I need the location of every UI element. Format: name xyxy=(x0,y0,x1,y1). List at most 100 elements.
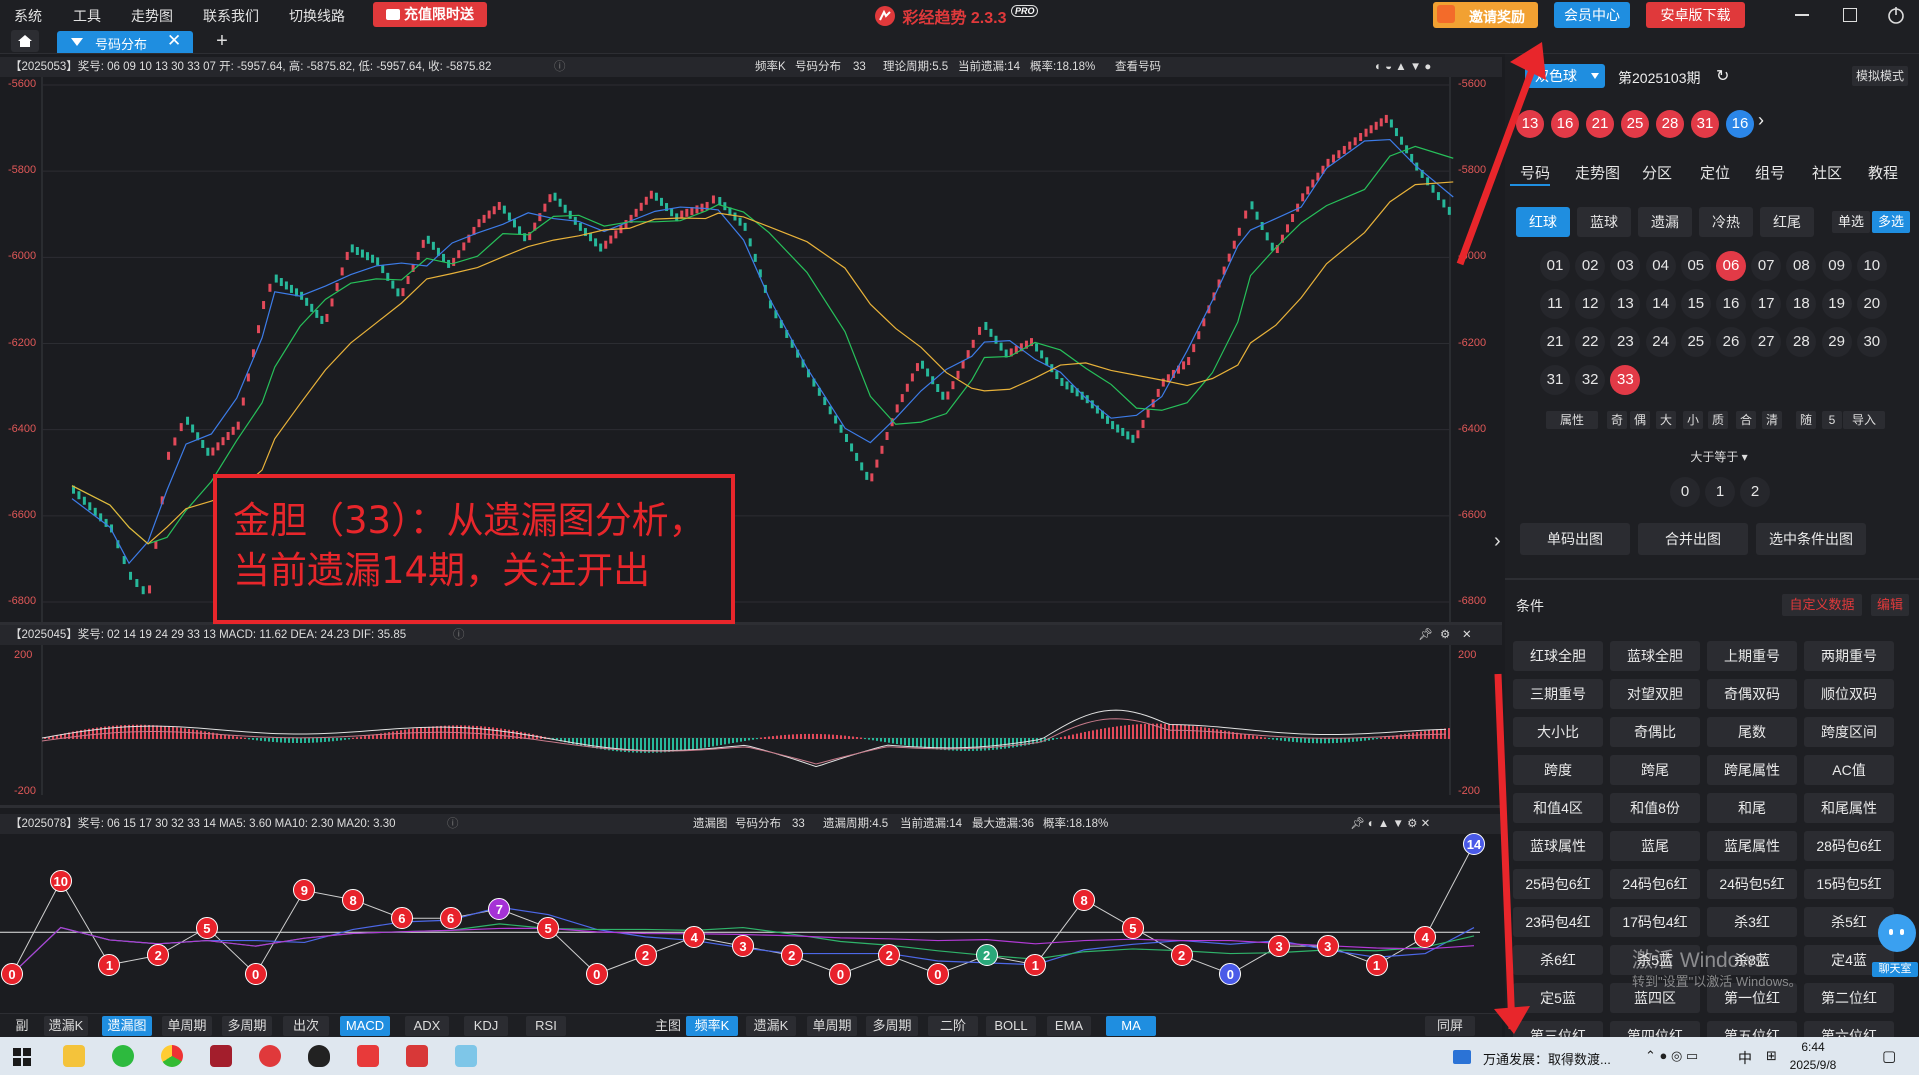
condition-button[interactable]: 杀6红 xyxy=(1513,945,1603,975)
condition-button[interactable]: 定5蓝 xyxy=(1513,983,1603,1013)
number-ball-31[interactable]: 31 xyxy=(1540,365,1570,395)
subchart-btn-3[interactable]: 单周期 xyxy=(162,1016,212,1036)
subchart-btn-6[interactable]: MACD xyxy=(340,1016,390,1036)
attr-filter-7[interactable]: 清 xyxy=(1762,411,1782,429)
number-ball-02[interactable]: 02 xyxy=(1575,251,1606,281)
chart-toolbar-icons[interactable]: 📌︎ ◐ ▲ ▼ ⚙︎ ✕ xyxy=(1350,814,1430,834)
condition-button[interactable]: 顺位双码 xyxy=(1804,679,1894,709)
number-ball-26[interactable]: 26 xyxy=(1716,327,1746,357)
number-ball-21[interactable]: 21 xyxy=(1540,327,1570,357)
ge-select[interactable]: 大于等于 ▾ xyxy=(1683,447,1755,467)
number-ball-01[interactable]: 01 xyxy=(1540,251,1570,281)
invite-button[interactable]: 邀请奖励 xyxy=(1433,2,1538,28)
menu-trend[interactable]: 走势图 xyxy=(131,6,173,26)
condition-button[interactable]: 奇偶双码 xyxy=(1707,679,1797,709)
condition-button[interactable]: 第二位红 xyxy=(1804,983,1894,1013)
subchart-btn-8[interactable]: KDJ xyxy=(464,1016,508,1036)
number-ball-09[interactable]: 09 xyxy=(1821,251,1852,281)
subchart-btn-7[interactable]: ADX xyxy=(405,1016,449,1036)
condition-button[interactable]: 15码包5红 xyxy=(1804,869,1894,899)
attr-filter-9[interactable]: 5 xyxy=(1822,411,1842,429)
file-explorer-icon[interactable] xyxy=(63,1045,85,1067)
condition-button[interactable]: 跨度区间 xyxy=(1804,717,1894,747)
mainchart-btn-6[interactable]: BOLL xyxy=(986,1016,1036,1036)
number-ball-16[interactable]: 16 xyxy=(1716,289,1746,319)
ge-option-1[interactable]: 1 xyxy=(1705,477,1735,507)
settings-icon[interactable]: ⚙︎ xyxy=(1440,625,1450,645)
condition-button[interactable]: 17码包4红 xyxy=(1610,907,1700,937)
attr-filter-1[interactable]: 奇 xyxy=(1607,411,1627,429)
chevron-right-icon[interactable]: › xyxy=(1758,110,1764,131)
mainchart-btn-3[interactable]: 单周期 xyxy=(807,1016,857,1036)
help-icon[interactable]: ⓘ xyxy=(453,625,465,645)
news-ticker[interactable]: 万通发展：取得数渡... xyxy=(1483,1049,1611,1068)
action-button-1[interactable]: 合并出图 xyxy=(1638,523,1748,555)
close-tab-icon[interactable]: ✕ xyxy=(167,31,181,51)
number-ball-15[interactable]: 15 xyxy=(1680,289,1711,319)
power-icon[interactable] xyxy=(1886,5,1906,25)
panel-tab-4[interactable]: 组号 xyxy=(1755,162,1785,183)
number-ball-27[interactable]: 27 xyxy=(1751,327,1782,357)
ge-option-2[interactable]: 2 xyxy=(1740,477,1770,507)
subtab-3[interactable]: 冷热 xyxy=(1699,207,1753,237)
condition-button[interactable]: AC值 xyxy=(1804,755,1894,785)
ge-option-0[interactable]: 0 xyxy=(1670,477,1700,507)
number-ball-05[interactable]: 05 xyxy=(1680,251,1711,281)
subtab-1[interactable]: 蓝球 xyxy=(1577,207,1631,237)
custom-data-button[interactable]: 自定义数据 xyxy=(1782,594,1862,616)
panel-tab-3[interactable]: 定位 xyxy=(1700,162,1730,183)
restore-icon[interactable] xyxy=(1843,8,1857,22)
number-ball-19[interactable]: 19 xyxy=(1821,289,1852,319)
number-ball-20[interactable]: 20 xyxy=(1856,289,1887,319)
ime-indicator[interactable]: 中 xyxy=(1738,1048,1752,1068)
condition-button[interactable]: 上期重号 xyxy=(1707,641,1797,671)
condition-button[interactable]: 对望双胆 xyxy=(1610,679,1700,709)
condition-button[interactable]: 和尾属性 xyxy=(1804,793,1894,823)
wps-icon[interactable] xyxy=(357,1045,379,1067)
chat-room-button[interactable] xyxy=(1878,914,1916,952)
mainchart-btn-1[interactable]: 频率K xyxy=(686,1016,738,1036)
condition-button[interactable]: 红球全胆 xyxy=(1513,641,1603,671)
help-icon[interactable]: ⓘ xyxy=(447,814,459,834)
menu-system[interactable]: 系统 xyxy=(14,6,42,26)
add-tab-button[interactable]: + xyxy=(208,31,236,53)
mainchart-btn-5[interactable]: 二阶 xyxy=(928,1016,978,1036)
subchart-btn-2[interactable]: 遗漏图 xyxy=(102,1016,152,1036)
condition-button[interactable]: 大小比 xyxy=(1513,717,1603,747)
collapse-panel-icon[interactable]: › xyxy=(1494,530,1504,560)
input-mode-icon[interactable]: ⊞ xyxy=(1766,1048,1777,1064)
pin-icon[interactable]: 📌︎ xyxy=(1418,625,1433,645)
condition-button[interactable]: 跨度 xyxy=(1513,755,1603,785)
tab-number-distribution[interactable]: 号码分布 ✕ xyxy=(57,31,193,53)
app-icon[interactable] xyxy=(210,1045,232,1067)
notepad-icon[interactable] xyxy=(455,1045,477,1067)
number-ball-30[interactable]: 30 xyxy=(1856,327,1887,357)
subtab-0[interactable]: 红球 xyxy=(1516,207,1570,237)
caijing-app-icon[interactable] xyxy=(259,1045,281,1067)
condition-button[interactable]: 蓝球全胆 xyxy=(1610,641,1700,671)
menu-switch-line[interactable]: 切换线路 xyxy=(289,6,345,26)
clock-date[interactable]: 2025/9/8 xyxy=(1783,1058,1843,1072)
condition-button[interactable]: 跨尾 xyxy=(1610,755,1700,785)
menu-contact[interactable]: 联系我们 xyxy=(203,6,259,26)
number-ball-04[interactable]: 04 xyxy=(1645,251,1676,281)
panel-tab-6[interactable]: 教程 xyxy=(1868,162,1898,183)
notification-icon[interactable]: ▢ xyxy=(1882,1047,1896,1065)
sim-mode-button[interactable]: 模拟模式 xyxy=(1852,66,1908,86)
panel-tab-0[interactable]: 号码 xyxy=(1520,162,1550,183)
clock-time[interactable]: 6:44 xyxy=(1783,1040,1843,1054)
home-button[interactable] xyxy=(11,30,39,52)
subtab-4[interactable]: 红尾 xyxy=(1760,207,1814,237)
same-screen-button[interactable]: 同屏 xyxy=(1425,1016,1475,1036)
wechat-icon[interactable] xyxy=(112,1045,134,1067)
promo-button[interactable]: 充值限时送 xyxy=(373,2,487,27)
member-center-button[interactable]: 会员中心 xyxy=(1554,2,1630,28)
number-ball-17[interactable]: 17 xyxy=(1751,289,1782,319)
attr-filter-4[interactable]: 小 xyxy=(1683,411,1703,429)
attr-filter-0[interactable]: 属性 xyxy=(1546,411,1598,429)
close-panel-icon[interactable]: ✕ xyxy=(1462,625,1472,645)
app2-icon[interactable] xyxy=(406,1045,428,1067)
mainchart-btn-4[interactable]: 多周期 xyxy=(866,1016,918,1036)
condition-button[interactable]: 23码包4红 xyxy=(1513,907,1603,937)
subchart-btn-9[interactable]: RSI xyxy=(526,1016,566,1036)
